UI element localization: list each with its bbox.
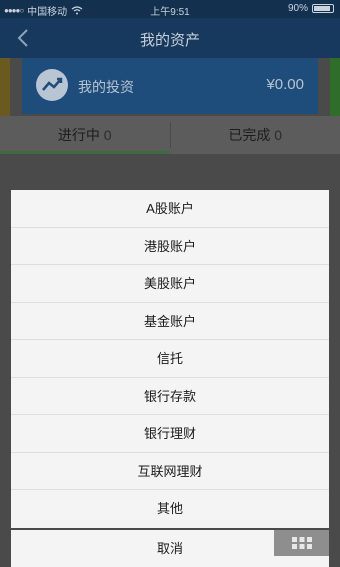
sheet-item-bank-wealth[interactable]: 银行理财 <box>11 415 329 453</box>
sheet-item-internet-wealth[interactable]: 互联网理财 <box>11 453 329 490</box>
sheet-item-fund[interactable]: 基金账户 <box>11 303 329 340</box>
tab-completed[interactable]: 已完成 0 <box>171 116 340 154</box>
tab-label: 进行中 <box>57 127 100 143</box>
keyboard-grid-button[interactable] <box>274 530 329 556</box>
tab-label: 已完成 <box>228 127 271 143</box>
battery-percent: 90% <box>287 3 308 14</box>
status-right: 90% <box>288 3 334 14</box>
tab-count: 0 <box>274 127 283 143</box>
app-screen: ●●●●○ 中国移动 上午9:51 90% 我的资产 我的投资 ¥0.00 进行… <box>0 0 340 567</box>
status-bar: ●●●●○ 中国移动 上午9:51 90% <box>0 0 340 18</box>
invest-amount: ¥0.00 <box>266 76 304 93</box>
trend-chart-icon <box>36 69 68 101</box>
status-tabs: 进行中 0 已完成 0 <box>0 116 340 154</box>
grid-icon <box>291 537 312 549</box>
sheet-item-us-stock[interactable]: 美股账户 <box>11 265 329 303</box>
tab-count: 0 <box>103 127 112 143</box>
side-stripe-left <box>0 58 10 116</box>
battery-icon <box>312 4 334 13</box>
page-title: 我的资产 <box>139 32 200 49</box>
side-stripe-right <box>330 58 340 116</box>
sheet-item-trust[interactable]: 信托 <box>11 340 329 378</box>
sheet-item-other[interactable]: 其他 <box>11 490 329 528</box>
account-type-sheet: A股账户 港股账户 美股账户 基金账户 信托 银行存款 银行理财 互联网理财 其… <box>11 190 329 528</box>
nav-bar: 我的资产 <box>0 18 340 58</box>
sheet-item-hk-stock[interactable]: 港股账户 <box>11 228 329 265</box>
invest-label: 我的投资 <box>78 79 134 95</box>
sheet-item-a-share[interactable]: A股账户 <box>11 190 329 228</box>
tab-in-progress[interactable]: 进行中 0 <box>0 116 170 154</box>
invest-card[interactable]: 我的投资 ¥0.00 <box>22 58 318 114</box>
sheet-item-bank-deposit[interactable]: 银行存款 <box>11 378 329 415</box>
